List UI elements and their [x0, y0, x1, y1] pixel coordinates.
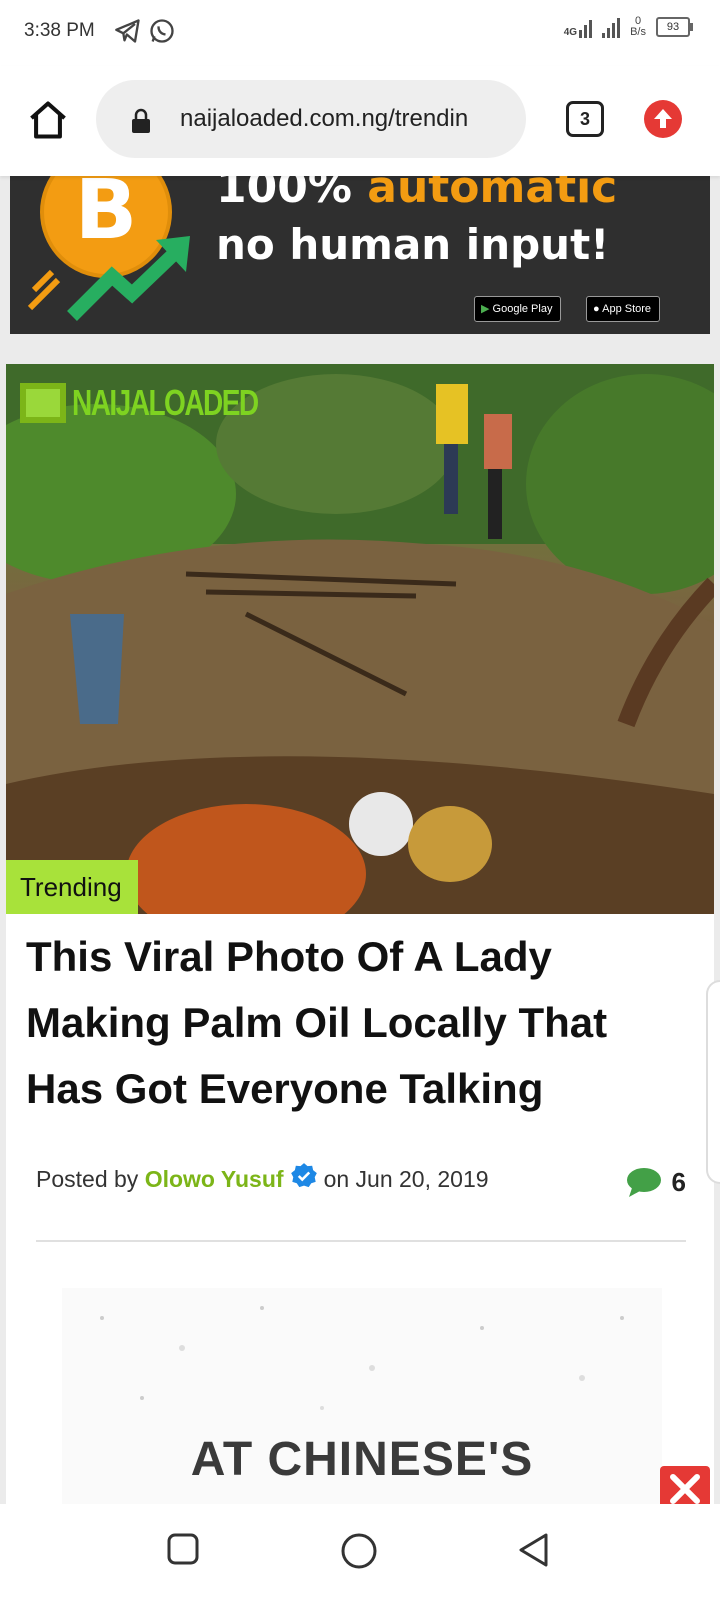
naijaloaded-logo-icon	[20, 383, 66, 423]
battery-icon: 93	[656, 17, 693, 37]
system-nav-bar	[0, 1504, 720, 1600]
app-store-badge[interactable]: ● App Store	[586, 296, 661, 322]
comment-bubble-icon	[626, 1168, 661, 1197]
url-text: naijaloaded.com.ng/trendin	[180, 105, 469, 132]
lock-icon	[132, 108, 150, 133]
ad-banner[interactable]: B 100% automatic no human input! ▶ Googl…	[10, 176, 710, 334]
browser-toolbar: naijaloaded.com.ng/trendin 3	[0, 66, 720, 176]
hero-photo	[6, 364, 714, 914]
apple-icon: ●	[593, 303, 600, 315]
network-type: 4G	[563, 27, 578, 38]
recents-icon[interactable]	[166, 1532, 200, 1566]
status-time: 3:38 PM	[24, 20, 95, 41]
divider	[36, 1240, 686, 1242]
signal-icon	[579, 16, 593, 38]
address-bar[interactable]: naijaloaded.com.ng/trendin	[96, 80, 526, 158]
status-right-icons: 4G 0 B/s 93	[563, 15, 693, 38]
comment-count: 6	[671, 1166, 686, 1197]
telegram-icon	[115, 19, 140, 43]
side-panel-handle[interactable]	[706, 980, 720, 1184]
back-icon[interactable]	[516, 1532, 550, 1568]
network-speed: 0 B/s	[630, 15, 646, 38]
article-meta: Posted by Olowo Yusuf on Jun 20, 2019 6	[36, 1163, 686, 1206]
posted-by-label: Posted by	[36, 1166, 139, 1192]
author-link[interactable]: Olowo Yusuf	[145, 1166, 284, 1192]
tab-switcher-button[interactable]: 3	[566, 101, 604, 137]
home-icon	[30, 101, 66, 139]
google-play-badge[interactable]: ▶ Google Play	[474, 296, 562, 322]
update-button[interactable]	[644, 100, 682, 138]
post-date: Jun 20, 2019	[355, 1166, 489, 1192]
signal-icon-2	[602, 16, 621, 38]
ad-subheadline: no human input!	[216, 220, 610, 269]
ad-headline: 100% automatic	[216, 176, 618, 213]
comments-link[interactable]: 6	[626, 1166, 686, 1198]
article-embedded-image[interactable]: AT CHINESE'S	[62, 1288, 662, 1504]
trend-arrow-icon	[27, 236, 190, 321]
hero-logo: NAIJALOADED	[20, 382, 310, 424]
notification-icons	[114, 17, 176, 45]
home-nav-icon[interactable]	[340, 1532, 378, 1570]
category-badge[interactable]: Trending	[6, 860, 138, 914]
article-title[interactable]: This Viral Photo Of A Lady Making Palm O…	[26, 924, 686, 1122]
embedded-image-caption: AT CHINESE'S	[190, 1433, 534, 1486]
verified-badge-icon	[290, 1163, 317, 1188]
status-bar: 3:38 PM 4G 0 B/s 93	[0, 0, 720, 66]
home-button[interactable]	[26, 98, 70, 142]
date-prefix: on	[323, 1166, 350, 1192]
play-icon: ▶	[481, 303, 490, 315]
article-card: NAIJALOADED Trending This Viral Photo Of…	[6, 364, 714, 1504]
article-hero-image[interactable]: NAIJALOADED Trending	[6, 364, 714, 914]
whatsapp-icon	[150, 19, 174, 43]
arrow-up-icon	[654, 109, 672, 128]
